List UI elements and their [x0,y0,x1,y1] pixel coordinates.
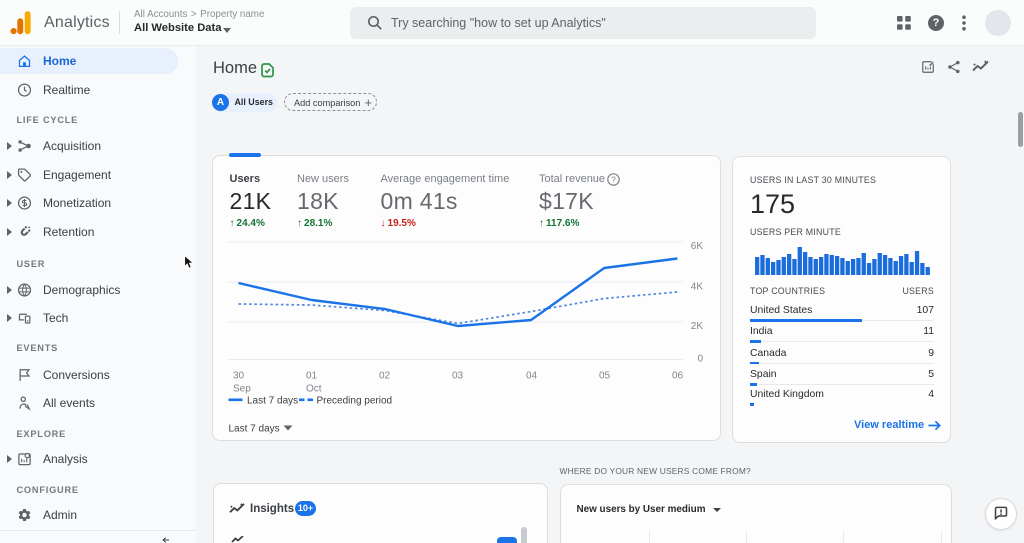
svg-text:Preceding period: Preceding period [317,396,393,407]
svg-text:Oct: Oct [306,384,322,395]
svg-text:06: 06 [672,371,684,382]
svg-text:0: 0 [697,354,703,365]
svg-text:04: 04 [526,371,538,382]
svg-text:05: 05 [599,371,611,382]
svg-text:Sep: Sep [233,384,251,395]
svg-text:03: 03 [452,371,464,382]
svg-text:01: 01 [306,371,318,382]
svg-text:02: 02 [379,371,391,382]
svg-text:30: 30 [233,371,245,382]
svg-text:6K: 6K [691,241,704,252]
svg-text:?: ? [611,175,616,185]
svg-text:2K: 2K [691,321,704,332]
svg-text:Last 7 days: Last 7 days [247,396,298,407]
svg-text:Last 7 days: Last 7 days [229,424,280,435]
svg-text:4K: 4K [691,282,704,293]
